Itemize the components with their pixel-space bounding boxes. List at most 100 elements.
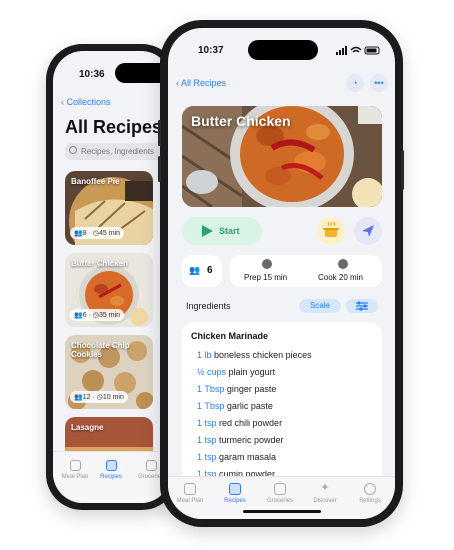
front-phone-screen: 10:37 ‹ All Recipes ◔ ••• Butter Chicken… [168,28,395,519]
tab-label: Recipes [100,474,122,480]
servings-count: 12 [82,394,91,401]
ingredient-name: turmeric powder [219,435,284,445]
clock-icon [338,259,348,269]
scale-button[interactable]: Scale [299,299,341,313]
clock-icon [262,259,272,269]
people-icon: 👥 [74,394,83,401]
showcase-stage: 10:36 ‹ Collections All Recipes Recipes,… [0,0,454,550]
tab-meal-plan[interactable]: Meal Plan [57,460,93,480]
servings-box[interactable]: 👥 6 [182,255,222,287]
front-phone-frame: 10:37 ‹ All Recipes ◔ ••• Butter Chicken… [158,20,404,527]
ingredients-heading: Ingredients [186,301,231,311]
recipe-title: Butter Chicken [191,113,291,129]
status-time: 10:36 [79,69,105,80]
time-box: Prep 15 min Cook 20 min [230,255,382,287]
book-icon [229,483,241,495]
list-item[interactable]: 1 tsp garam masala [197,452,276,462]
list-item[interactable]: 1 tsp turmeric powder [197,435,284,445]
list-item[interactable]: 1 tsp red chili powder [197,418,282,428]
ingredient-name: ginger paste [226,384,277,394]
people-icon: 👥 [74,312,83,319]
recipe-name: Lasagne [71,423,104,432]
adjust-button[interactable] [346,299,378,313]
sparkle-icon: ✦ [320,482,330,494]
ingredient-qty: 1 lb [197,350,212,360]
ingredient-qty: 1 tsp [197,418,217,428]
cookware-button[interactable] [317,217,345,245]
ingredient-name: boneless chicken pieces [214,350,312,360]
search-icon [69,146,77,154]
recipe-card-cookies[interactable]: Chocolate Chip Cookies 👥12 · ◷10 min [65,335,153,409]
more-button[interactable]: ••• [370,74,388,92]
ingredient-qty: 1 tsp [197,435,217,445]
side-button [401,150,404,190]
page-title: All Recipes [65,117,163,137]
back-phone-frame: 10:36 ‹ Collections All Recipes Recipes,… [46,44,178,510]
sliders-icon [356,301,368,311]
recipe-name: Butter Chicken [71,259,128,268]
list-item[interactable]: 1 lb boneless chicken pieces [197,350,312,360]
cook-time: Cook 20 min [318,273,363,282]
back-label: All Recipes [181,78,227,88]
tab-label: Settings [359,498,381,504]
list-item[interactable]: 1 Tbsp ginger paste [197,384,276,394]
recipe-meta: 👥6 · ◷35 min [70,309,124,321]
timer-button[interactable]: ◔ [346,74,364,92]
servings-count: 8 [82,230,87,237]
tab-groceries[interactable]: Groceries [258,483,302,504]
recipe-meta: 👥12 · ◷10 min [70,391,128,403]
tab-label: Meal Plan [176,498,204,504]
calendar-icon [184,483,196,495]
prep-time: Prep 15 min [244,273,288,282]
list-item[interactable]: 1 Tbsp garlic paste [197,401,273,411]
start-cooking-button[interactable]: Start [182,217,262,245]
ingredient-name: plain yogurt [228,367,276,377]
play-icon [202,225,213,237]
tab-label: Recipes [224,498,246,504]
tab-label: Groceries [266,498,293,504]
tab-meal-plan[interactable]: Meal Plan [168,483,212,504]
timer-icon: ◔ [352,78,358,88]
dynamic-island [248,40,318,60]
tab-label: Discover [313,498,337,504]
search-input[interactable]: Recipes, Ingredients [65,143,171,160]
tab-recipes[interactable]: Recipes [213,483,257,504]
back-phone-screen: 10:36 ‹ Collections All Recipes Recipes,… [53,51,171,503]
basket-icon [274,483,286,495]
tab-discover[interactable]: ✦ Discover [303,482,347,505]
calendar-icon [69,460,81,471]
back-to-all-recipes-button[interactable]: ‹ All Recipes [176,78,226,88]
ingredient-qty: 1 Tbsp [197,384,225,394]
recipe-card-butter-chicken[interactable]: Butter Chicken 👥6 · ◷35 min [65,253,153,327]
cook-time: 45 min [98,230,120,237]
more-icon: ••• [374,78,384,88]
ingredient-qty: ½ cups [197,367,227,377]
status-icons [336,46,380,55]
share-button[interactable] [354,217,382,245]
ingredient-name: garam masala [219,452,277,462]
servings-count: 6 [82,312,87,319]
tab-settings[interactable]: Settings [348,483,392,504]
book-icon [105,460,117,471]
back-label: Collections [66,97,111,107]
recipe-card-banoffee[interactable]: Banoffee Pie 👥8 · ◷45 min [65,171,153,245]
recipe-name: Banoffee Pie [71,177,120,186]
list-item[interactable]: ½ cups plain yogurt [197,367,275,377]
back-tab-bar: Meal Plan Recipes Groceries [53,451,171,503]
pot-icon [323,221,339,237]
ingredient-group-title: Chicken Marinade [191,331,269,341]
people-icon: 👥 [189,265,201,275]
ingredient-name: garlic paste [226,401,273,411]
scale-label: Scale [309,301,330,310]
start-label: Start [219,226,240,236]
tab-recipes[interactable]: Recipes [93,460,129,480]
search-placeholder: Recipes, Ingredients [81,147,154,156]
ingredient-qty: 1 tsp [197,452,217,462]
ingredient-name: red chili powder [219,418,283,428]
recipe-hero-image: Butter Chicken [182,106,382,207]
cook-time: 35 min [98,312,120,319]
back-to-collections-button[interactable]: ‹ Collections [61,97,111,107]
basket-icon [145,460,157,471]
gear-icon [364,483,376,495]
status-time: 10:37 [198,45,224,56]
